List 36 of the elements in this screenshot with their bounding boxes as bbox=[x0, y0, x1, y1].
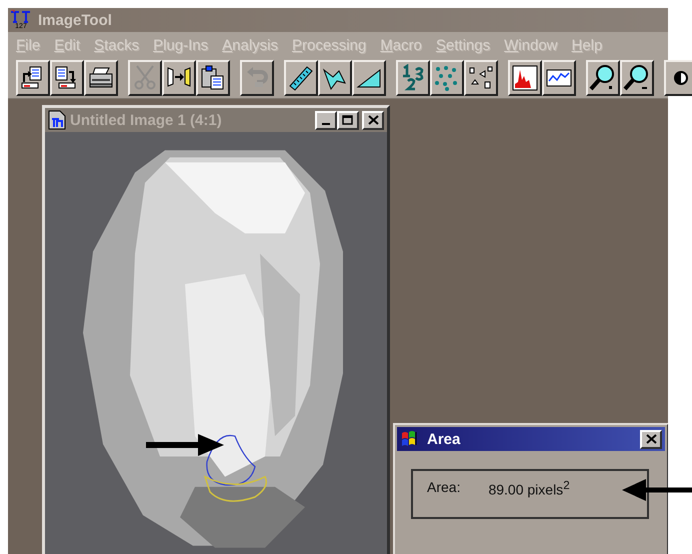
minimize-button[interactable] bbox=[315, 110, 337, 130]
close-icon bbox=[368, 115, 378, 125]
minimize-icon bbox=[322, 123, 330, 125]
save-file-button[interactable] bbox=[50, 60, 84, 96]
histogram-button[interactable] bbox=[508, 60, 542, 96]
dots-button[interactable] bbox=[430, 60, 464, 96]
clipboard-button[interactable] bbox=[196, 60, 230, 96]
ruler-icon bbox=[287, 64, 315, 92]
printer-button[interactable] bbox=[84, 60, 118, 96]
open-file-button[interactable] bbox=[16, 60, 50, 96]
contrast-button[interactable] bbox=[664, 60, 692, 96]
close-button[interactable] bbox=[362, 110, 384, 130]
zoom-in-button[interactable] bbox=[586, 60, 620, 96]
window-title: Untitled Image 1 (4:1) bbox=[70, 112, 222, 128]
logo-icon bbox=[10, 10, 32, 22]
particles-button[interactable] bbox=[464, 60, 498, 96]
close-icon bbox=[646, 434, 656, 444]
numbers-button[interactable] bbox=[396, 60, 430, 96]
close-button[interactable] bbox=[640, 430, 662, 448]
maximize-button[interactable] bbox=[337, 110, 359, 130]
polygon-button[interactable] bbox=[318, 60, 352, 96]
ruler-button[interactable] bbox=[284, 60, 318, 96]
zoom-out-icon bbox=[623, 64, 651, 92]
window-title: ImageTool bbox=[38, 12, 112, 28]
area-label: Area: bbox=[427, 479, 460, 495]
dialog-title: Area bbox=[427, 430, 460, 448]
flip-button[interactable] bbox=[162, 60, 196, 96]
line-profile-button[interactable] bbox=[542, 60, 576, 96]
triangle-button[interactable] bbox=[352, 60, 386, 96]
histogram-icon bbox=[511, 64, 539, 92]
annotation-arrow bbox=[622, 479, 692, 501]
zoom-in-icon bbox=[589, 64, 617, 92]
zoom-out-button[interactable] bbox=[620, 60, 654, 96]
area-value: 89.00 pixels$^{2}$ bbox=[488, 479, 570, 498]
document-icon bbox=[48, 110, 66, 130]
maximize-icon bbox=[342, 115, 354, 125]
